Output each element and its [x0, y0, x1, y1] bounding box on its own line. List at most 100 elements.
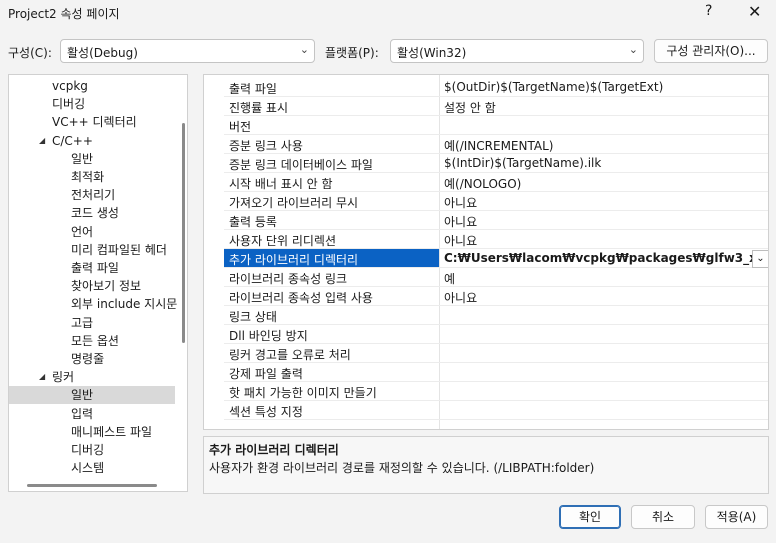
description-text: 사용자가 환경 라이브러리 경로를 재정의할 수 있습니다. (/LIBPATH… — [209, 461, 595, 475]
ok-button[interactable]: 확인 — [559, 505, 621, 529]
tree-item-label: 일반 — [71, 388, 94, 403]
tree-item-label: 매니페스트 파일 — [71, 424, 153, 439]
tree-item[interactable]: 언어 — [9, 223, 175, 241]
tree-horizontal-scrollbar[interactable] — [27, 484, 157, 487]
tree-item[interactable]: vcpkg — [9, 77, 175, 95]
property-name: 시작 배너 표시 안 함 — [229, 177, 333, 191]
value-dropdown-button[interactable]: ⌄ — [752, 250, 768, 268]
tree-item-label: 찾아보기 정보 — [71, 279, 142, 294]
tree-item[interactable]: 매니페스트 파일 — [9, 423, 175, 441]
expand-arrow-icon[interactable]: ◢ — [39, 132, 45, 150]
tree-item[interactable]: 디버깅 — [9, 441, 175, 459]
property-row[interactable]: 가져오기 라이브러리 무시 아니요 — [224, 192, 768, 211]
tree-item-label: 입력 — [71, 406, 94, 421]
property-name: 추가 라이브러리 디렉터리 — [229, 253, 359, 267]
tree-item[interactable]: 고급 — [9, 314, 175, 332]
tree-item[interactable]: 일반 — [9, 150, 175, 168]
property-value[interactable]: 아니요 — [444, 194, 754, 211]
tree-item[interactable]: 최적화 — [9, 168, 175, 186]
tree-item-label: 미리 컴파일된 헤더 — [71, 242, 167, 257]
config-combo[interactable]: 활성(Debug) ⌄ — [60, 39, 315, 63]
apply-button[interactable]: 적용(A) — [705, 505, 768, 529]
tree-item[interactable]: 외부 include 지시문 — [9, 295, 178, 313]
tree-item-label: 디버깅 — [71, 443, 105, 457]
property-value[interactable]: 설정 안 함 — [444, 99, 754, 116]
property-row[interactable]: 라이브러리 종속성 입력 사용 아니요 — [224, 287, 768, 306]
tree-item[interactable]: ◢ 링커 — [9, 368, 175, 386]
property-row[interactable]: 핫 패치 가능한 이미지 만들기 — [224, 382, 768, 401]
tree-item[interactable]: 코드 생성 — [9, 204, 175, 222]
tree-vertical-scrollbar[interactable] — [182, 123, 185, 343]
property-name: 증분 링크 데이터베이스 파일 — [229, 158, 373, 172]
property-row[interactable]: 라이브러리 종속성 링크 예 — [224, 268, 768, 287]
tree-item[interactable]: VC++ 디렉터리 — [9, 113, 175, 131]
property-name: 핫 패치 가능한 이미지 만들기 — [229, 386, 377, 400]
property-value[interactable]: 아니요 — [444, 232, 754, 249]
tree-item[interactable]: 출력 파일 — [9, 259, 175, 277]
tree-item[interactable]: 디버깅 — [9, 95, 175, 113]
tree-item-label: vcpkg — [52, 79, 88, 93]
chevron-down-icon: ⌄ — [628, 43, 638, 56]
platform-combo[interactable]: 활성(Win32) ⌄ — [390, 39, 644, 63]
window-title: Project2 속성 페이지 — [8, 7, 120, 21]
cancel-button[interactable]: 취소 — [631, 505, 695, 529]
tree-item[interactable]: 일반 — [9, 386, 175, 405]
category-tree[interactable]: vcpkg 디버깅 VC++ 디렉터리 ◢ C/C++ 일반 최적화 전처리기 코드 생성 언어 미… — [8, 74, 188, 492]
property-row[interactable]: 링크 상태 — [224, 306, 768, 325]
tree-item-label: 디버깅 — [52, 97, 86, 112]
property-row[interactable]: 증분 링크 데이터베이스 파일 $(IntDir)$(TargetName).il… — [224, 154, 768, 173]
tree-item[interactable]: 미리 컴파일된 헤더 — [9, 241, 175, 259]
tree-item-label: C/C++ — [52, 133, 93, 148]
tree-item-label: 고급 — [71, 315, 94, 330]
tree-item-label: 전처리기 — [71, 188, 116, 203]
tree-item[interactable]: 찾아보기 정보 — [9, 277, 175, 295]
property-value[interactable]: $(IntDir)$(TargetName).ilk — [444, 156, 754, 170]
chevron-down-icon: ⌄ — [756, 253, 765, 264]
property-value[interactable]: 예 — [444, 270, 754, 287]
tree-item-label: 출력 파일 — [71, 261, 119, 275]
property-row[interactable]: 버전 — [224, 116, 768, 135]
help-button[interactable]: ? — [705, 3, 712, 19]
property-row[interactable]: 사용자 단위 리디렉션 아니요 — [224, 230, 768, 249]
tree-item[interactable]: 모든 옵션 — [9, 332, 175, 350]
title-bar: Project2 속성 페이지 ? ✕ — [0, 0, 776, 26]
tree-item[interactable]: ◢ C/C++ — [9, 132, 175, 150]
property-row[interactable]: 링커 경고를 오류로 처리 — [224, 344, 768, 363]
property-row[interactable]: 시작 배너 표시 안 함 예(/NOLOGO) — [224, 173, 768, 192]
property-name: 라이브러리 종속성 입력 사용 — [229, 291, 373, 305]
property-value[interactable]: 예(/INCREMENTAL) — [444, 137, 754, 154]
property-value[interactable]: C:₩Users₩lacom₩vcpkg₩packages₩glfw3_x86-… — [444, 251, 756, 265]
tree-item[interactable]: 명령줄 — [9, 350, 175, 368]
property-value[interactable]: 아니요 — [444, 289, 754, 306]
property-name: 라이브러리 종속성 링크 — [229, 272, 348, 286]
property-row[interactable]: Dll 바인딩 방지 — [224, 325, 768, 344]
property-row[interactable]: 진행률 표시 설정 안 함 — [224, 97, 768, 116]
expand-arrow-icon[interactable]: ◢ — [39, 368, 45, 386]
property-name: 사용자 단위 리디렉션 — [229, 234, 336, 248]
property-name: 가져오기 라이브러리 무시 — [229, 196, 359, 210]
property-row[interactable]: 증분 링크 사용 예(/INCREMENTAL) — [224, 135, 768, 154]
property-row[interactable]: 출력 파일 $(OutDir)$(TargetName)$(TargetExt) — [224, 78, 768, 97]
property-value[interactable]: $(OutDir)$(TargetName)$(TargetExt) — [444, 80, 754, 94]
property-grid[interactable]: 출력 파일 $(OutDir)$(TargetName)$(TargetExt) 진… — [203, 74, 769, 430]
property-name: 섹션 특성 지정 — [229, 405, 303, 419]
property-name: 증분 링크 사용 — [229, 139, 303, 153]
property-name: Dll 바인딩 방지 — [229, 329, 308, 343]
property-row[interactable]: 강제 파일 출력 — [224, 363, 768, 382]
tree-item[interactable]: 시스템 — [9, 459, 175, 477]
tree-item[interactable]: 입력 — [9, 405, 175, 423]
property-name: 버전 — [229, 120, 252, 134]
tree-item-label: 외부 include 지시문 — [71, 297, 178, 312]
config-manager-button[interactable]: 구성 관리자(O)... — [654, 39, 768, 63]
property-name: 링커 경고를 오류로 처리 — [229, 348, 351, 362]
property-value[interactable]: 예(/NOLOGO) — [444, 175, 754, 192]
property-row[interactable]: 추가 라이브러리 디렉터리 C:₩Users₩lacom₩vcpkg₩packag… — [224, 249, 768, 268]
tree-item-label: 일반 — [71, 151, 94, 166]
close-button[interactable]: ✕ — [748, 2, 761, 21]
tree-item[interactable]: 전처리기 — [9, 186, 175, 204]
property-value[interactable]: 아니요 — [444, 213, 754, 230]
property-row[interactable]: 섹션 특성 지정 — [224, 401, 768, 420]
config-label: 구성(C): — [8, 46, 52, 60]
property-row[interactable]: 출력 등록 아니요 — [224, 211, 768, 230]
tree-item-label: VC++ 디렉터리 — [52, 115, 137, 130]
